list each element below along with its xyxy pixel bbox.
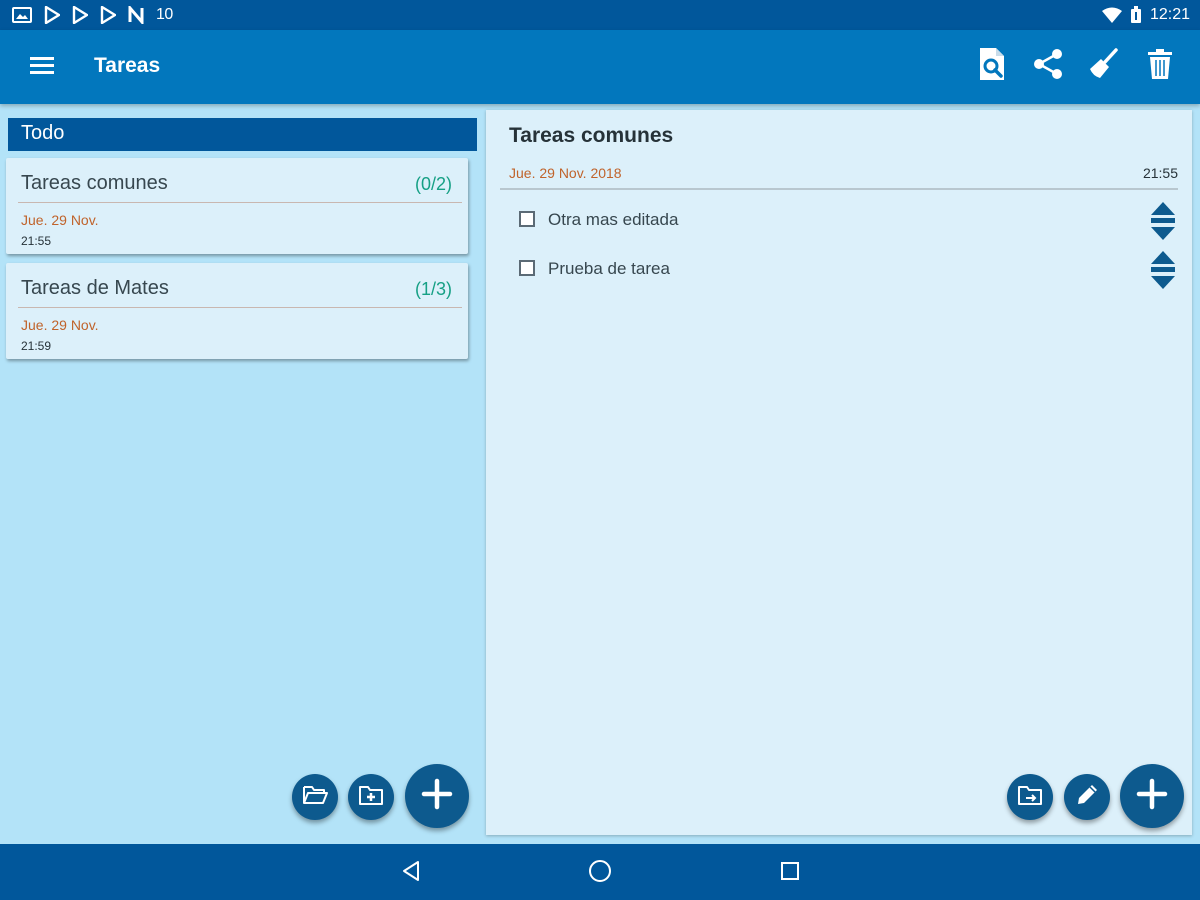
detail-time: 21:55 [1142, 165, 1178, 181]
reorder-arrows-icon [1146, 251, 1180, 295]
list-time: 21:55 [21, 234, 52, 248]
reorder-handle[interactable] [1146, 249, 1180, 291]
task-row: Otra mas editada [510, 200, 1180, 240]
card-divider [18, 202, 462, 203]
folder-add-icon [358, 784, 384, 811]
lists-pane: Todo Tareas comunes (0/2) Jue. 29 Nov. 2… [0, 104, 484, 844]
move-to-folder-button[interactable] [1007, 774, 1053, 820]
detail-title: Tareas comunes [509, 124, 674, 147]
play-store-icon [72, 6, 88, 24]
trash-icon [1147, 48, 1173, 85]
share-icon [1032, 48, 1064, 85]
plus-icon [421, 778, 453, 815]
home-circle-icon [588, 859, 612, 888]
app-bar: Tareas [0, 30, 1200, 104]
task-checkbox[interactable] [519, 260, 535, 276]
list-date: Jue. 29 Nov. [21, 212, 99, 228]
notification-count: 10 [156, 6, 173, 23]
broom-icon [1088, 47, 1120, 85]
navigation-bar [0, 844, 1200, 900]
home-button[interactable] [585, 858, 615, 888]
add-list-button[interactable] [405, 764, 469, 828]
plus-icon [1136, 778, 1168, 815]
clean-button[interactable] [1084, 46, 1124, 86]
task-label[interactable]: Otra mas editada [548, 210, 678, 230]
list-count: (1/3) [414, 279, 452, 299]
app-title: Tareas [94, 54, 161, 77]
app-bar-actions [972, 46, 1180, 86]
gallery-icon [12, 6, 32, 24]
list-card-tareas-comunes[interactable]: Tareas comunes (0/2) Jue. 29 Nov. 21:55 [6, 158, 468, 254]
back-triangle-icon [400, 860, 422, 887]
task-checkbox[interactable] [519, 211, 535, 227]
play-store-icon [100, 6, 116, 24]
folder-open-icon [302, 784, 328, 811]
task-label[interactable]: Prueba de tarea [548, 259, 670, 279]
recents-square-icon [779, 860, 801, 887]
task-row: Prueba de tarea [510, 249, 1180, 289]
wifi-icon [1101, 7, 1122, 23]
list-card-tareas-de-mates[interactable]: Tareas de Mates (1/3) Jue. 29 Nov. 21:59 [6, 263, 468, 359]
hamburger-icon [30, 55, 54, 80]
battery-icon [1130, 6, 1142, 24]
back-button[interactable] [396, 858, 426, 888]
pencil-icon [1074, 782, 1100, 813]
folder-move-icon [1017, 784, 1043, 811]
open-folder-button[interactable] [292, 774, 338, 820]
list-detail-pane: Tareas comunes Jue. 29 Nov. 2018 21:55 O… [486, 110, 1192, 835]
delete-button[interactable] [1140, 46, 1180, 86]
reorder-handle[interactable] [1146, 200, 1180, 242]
list-name: Tareas comunes [21, 172, 168, 194]
notification-area: 10 [12, 4, 173, 26]
list-time: 21:59 [21, 339, 52, 353]
search-list-button[interactable] [972, 46, 1012, 86]
list-count: (0/2) [414, 174, 452, 194]
share-button[interactable] [1028, 46, 1068, 86]
system-status-area: 12:21 [1101, 4, 1190, 26]
play-store-icon [44, 6, 60, 24]
reorder-arrows-icon [1146, 202, 1180, 246]
card-divider [18, 307, 462, 308]
list-date: Jue. 29 Nov. [21, 317, 99, 333]
clock: 12:21 [1149, 6, 1190, 23]
list-name: Tareas de Mates [21, 277, 169, 299]
group-header[interactable]: Todo [8, 118, 477, 151]
menu-button[interactable] [22, 48, 62, 86]
new-folder-button[interactable] [348, 774, 394, 820]
detail-date: Jue. 29 Nov. 2018 [509, 165, 622, 181]
detail-divider [500, 188, 1178, 190]
add-task-button[interactable] [1120, 764, 1184, 828]
status-bar: 10 12:21 [0, 0, 1200, 30]
edit-list-button[interactable] [1064, 774, 1110, 820]
search-document-icon [977, 47, 1007, 86]
recents-button[interactable] [775, 858, 805, 888]
n-icon [128, 6, 144, 24]
